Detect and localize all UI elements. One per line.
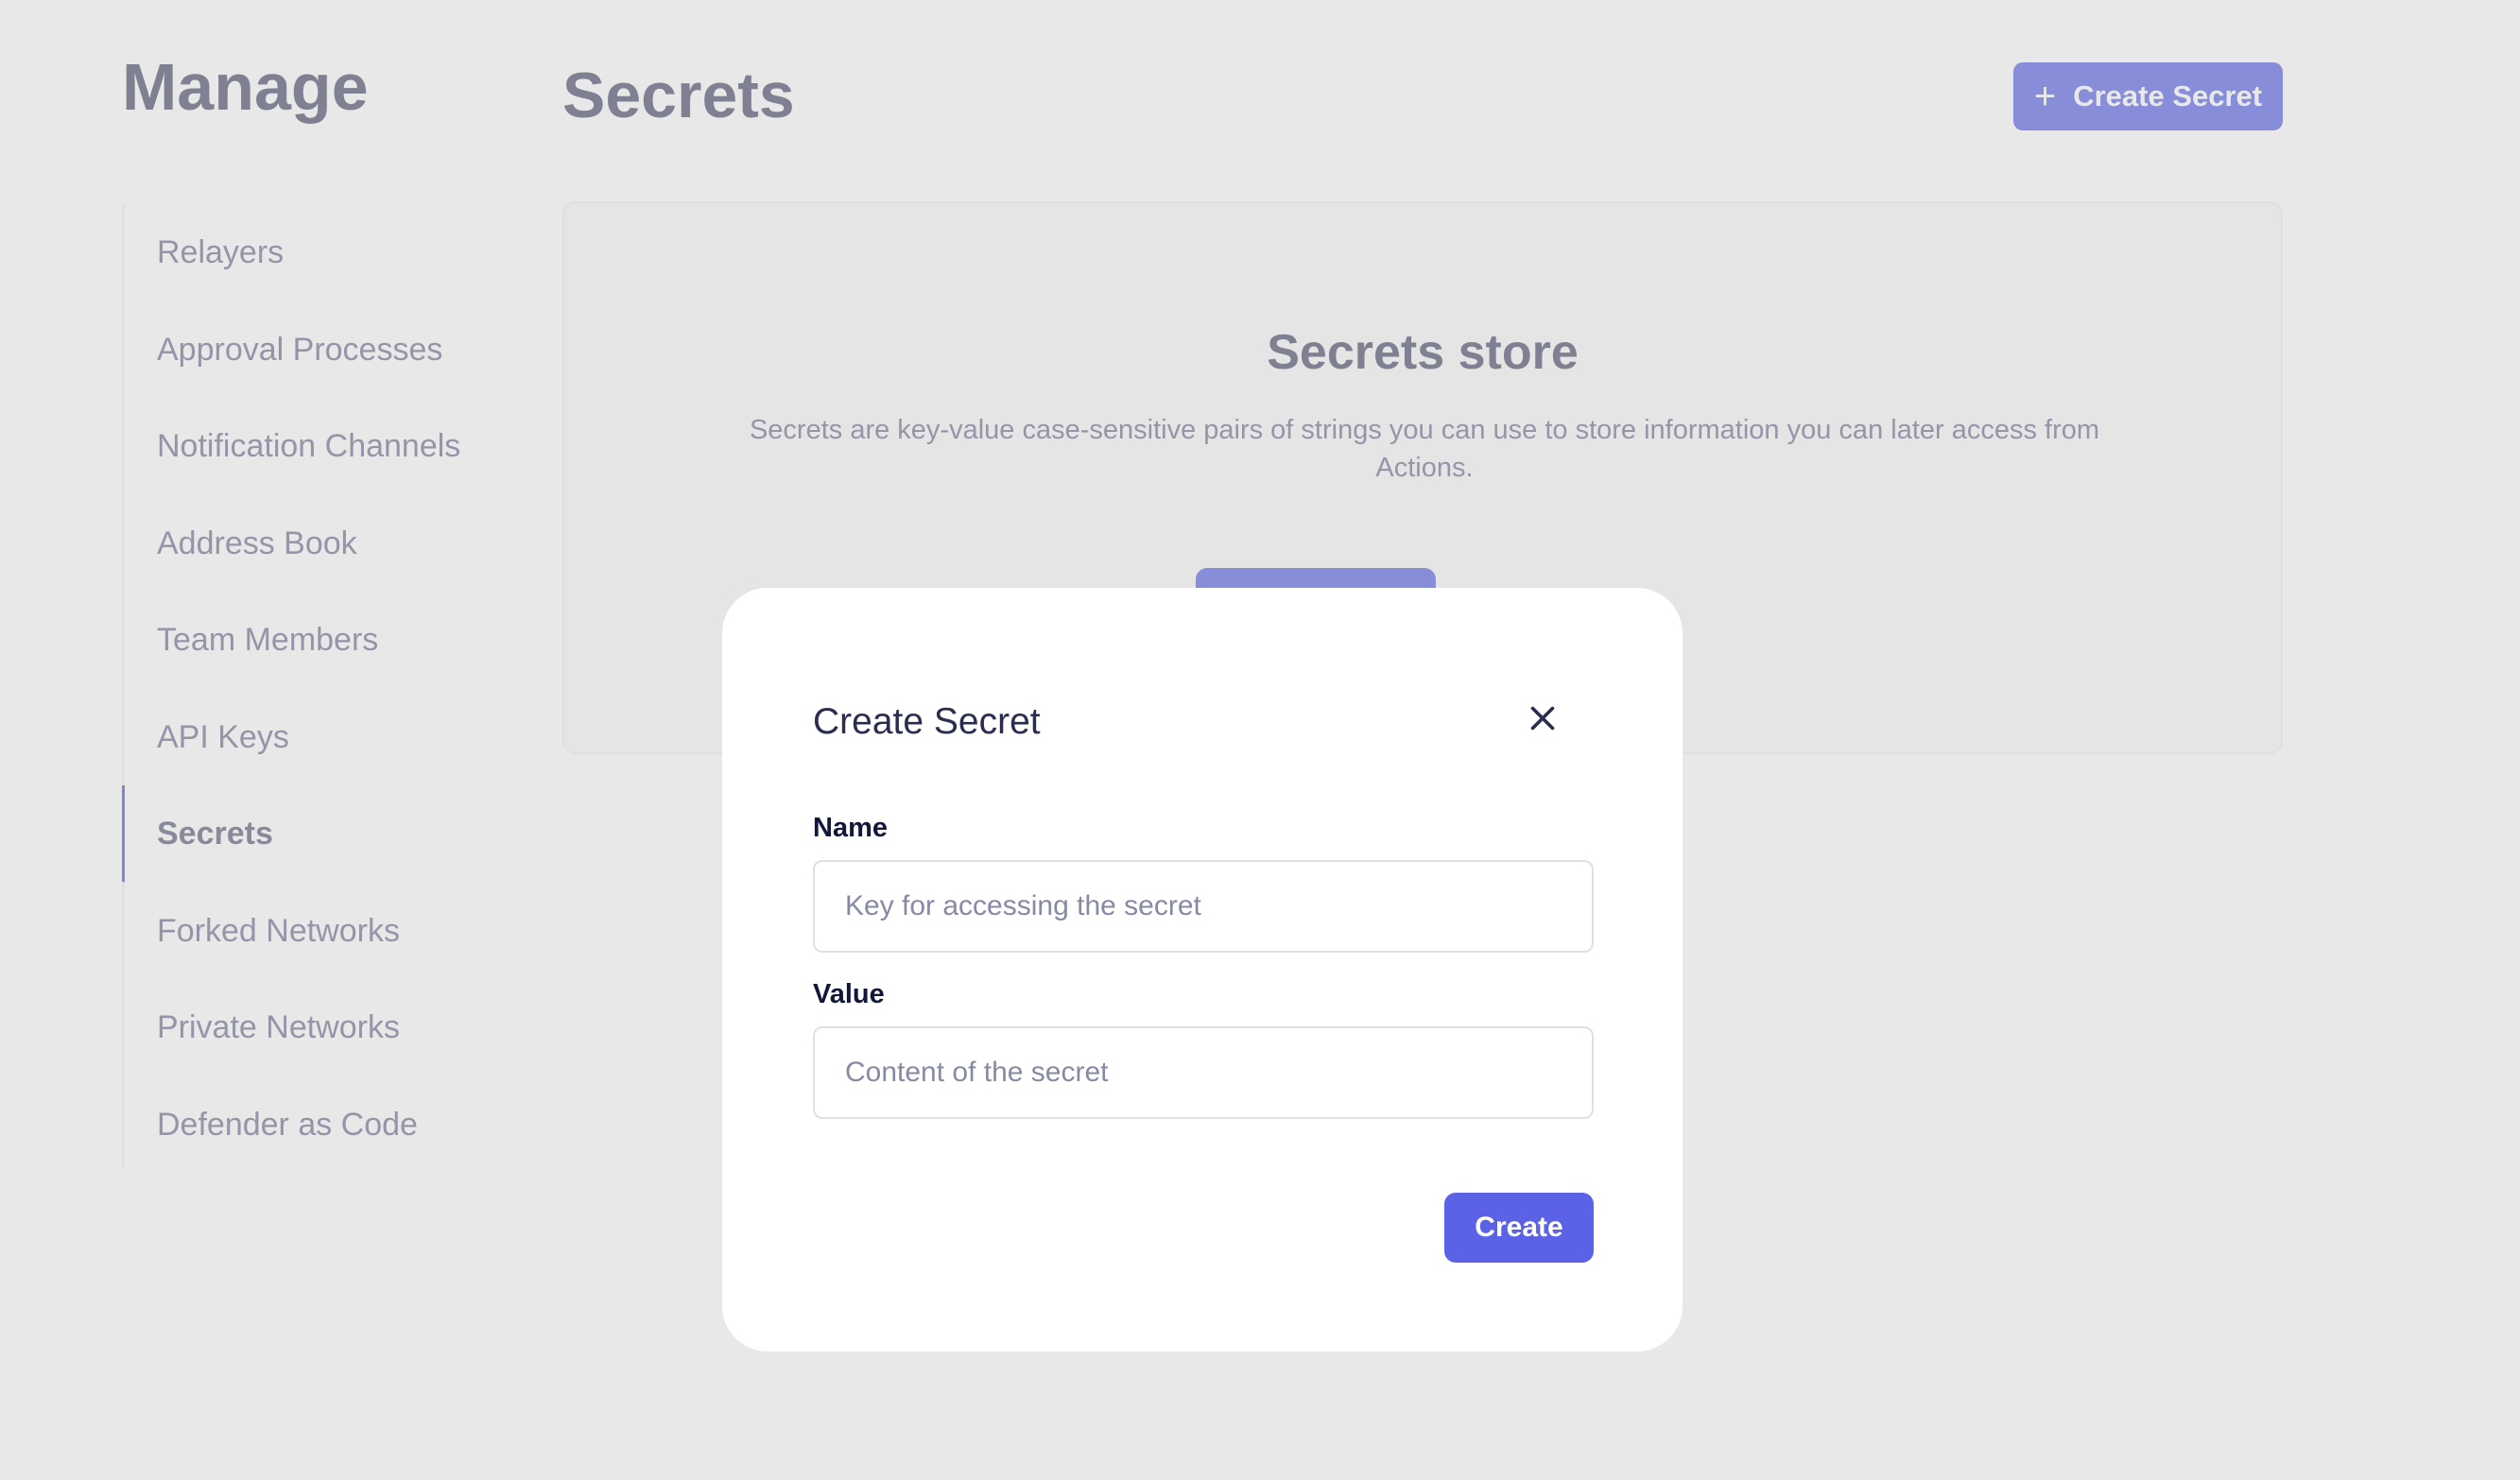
close-icon-glyph (1530, 706, 1555, 731)
value-label: Value (813, 979, 885, 1009)
page: Manage Relayers Approval Processes Notif… (0, 0, 2520, 1480)
create-button[interactable]: Create (1444, 1193, 1594, 1263)
create-secret-modal: Create Secret Name Value Create (722, 588, 1683, 1351)
name-field[interactable] (813, 860, 1594, 953)
name-label: Name (813, 813, 888, 843)
close-icon[interactable] (1526, 701, 1560, 735)
value-field[interactable] (813, 1026, 1594, 1119)
modal-title: Create Secret (813, 701, 1041, 742)
